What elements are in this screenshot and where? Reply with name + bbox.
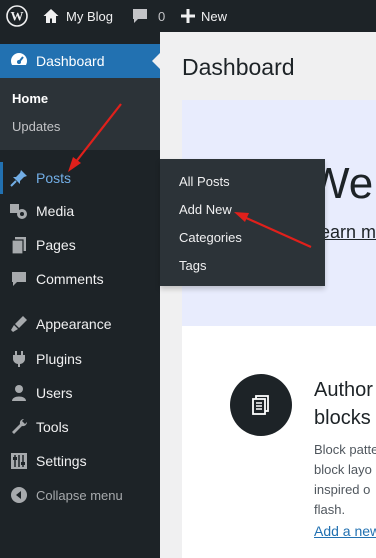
pages-icon bbox=[9, 235, 29, 255]
site-name-label: My Blog bbox=[66, 8, 113, 24]
card-desc-line: flash. bbox=[314, 502, 346, 517]
comment-bubble-icon bbox=[133, 9, 147, 23]
sidebar-item-users[interactable]: Users bbox=[0, 378, 160, 408]
card-title-line: blocks bbox=[314, 407, 371, 429]
sidebar-item-label: Appearance bbox=[36, 316, 112, 332]
sidebar-item-appearance[interactable]: Appearance bbox=[0, 309, 160, 339]
sidebar-item-comments[interactable]: Comments bbox=[0, 264, 160, 294]
dashboard-submenu: Home Updates bbox=[0, 78, 160, 150]
document-icon bbox=[252, 395, 269, 415]
card-add-new-link[interactable]: Add a new bbox=[314, 523, 376, 539]
admin-sidebar: Dashboard Home Updates Posts Media Pages… bbox=[0, 32, 168, 558]
card-desc-line: block layo bbox=[314, 462, 372, 477]
sidebar-item-label: Pages bbox=[36, 237, 76, 253]
plugins-icon bbox=[9, 349, 29, 369]
media-icon bbox=[9, 201, 29, 221]
pin-icon bbox=[9, 168, 29, 188]
plus-icon bbox=[181, 9, 195, 23]
wordpress-logo-icon: W bbox=[6, 5, 28, 27]
main-content: Dashboard Welco Learn more abou Author b… bbox=[160, 32, 376, 558]
posts-flyout-submenu: All Posts Add New Categories Tags bbox=[160, 159, 325, 286]
collapse-arrow-icon bbox=[9, 485, 29, 505]
site-name-link[interactable]: My Blog bbox=[42, 0, 113, 32]
submenu-item-add-new[interactable]: Add New bbox=[179, 202, 232, 217]
settings-sliders-icon bbox=[9, 451, 29, 471]
sidebar-item-pages[interactable]: Pages bbox=[0, 230, 160, 260]
sidebar-item-label: Tools bbox=[36, 419, 69, 435]
sidebar-item-label: Dashboard bbox=[36, 53, 105, 69]
card-title: Author blocks bbox=[314, 376, 376, 432]
comments-icon bbox=[9, 269, 29, 289]
collapse-menu-button[interactable]: Collapse menu bbox=[0, 480, 160, 510]
sidebar-item-label: Media bbox=[36, 203, 75, 219]
welcome-card: Author blocks Block patte block layo ins… bbox=[182, 326, 376, 558]
tools-icon bbox=[9, 417, 29, 437]
sidebar-item-posts[interactable]: Posts bbox=[0, 162, 168, 194]
comments-link[interactable]: 0 bbox=[131, 0, 165, 32]
svg-text:W: W bbox=[11, 9, 24, 24]
sidebar-item-label: Plugins bbox=[36, 351, 82, 367]
card-description: Block patte block layo inspired o flash. bbox=[314, 440, 376, 520]
sidebar-item-settings[interactable]: Settings bbox=[0, 446, 160, 476]
admin-bar: W My Blog 0 New bbox=[0, 0, 376, 32]
collapse-menu-label: Collapse menu bbox=[36, 487, 123, 503]
sidebar-item-label: Settings bbox=[36, 453, 87, 469]
appearance-icon bbox=[9, 314, 29, 334]
sidebar-item-dashboard[interactable]: Dashboard bbox=[0, 44, 160, 78]
card-title-line: Author bbox=[314, 379, 373, 401]
submenu-item-all-posts[interactable]: All Posts bbox=[179, 174, 230, 189]
sidebar-item-label: Users bbox=[36, 385, 73, 401]
new-content-link[interactable]: New bbox=[181, 0, 227, 32]
comments-count: 0 bbox=[158, 8, 166, 24]
sidebar-item-label: Comments bbox=[36, 271, 104, 287]
sidebar-item-plugins[interactable]: Plugins bbox=[0, 344, 160, 374]
submenu-item-categories[interactable]: Categories bbox=[179, 230, 242, 245]
card-desc-line: inspired o bbox=[314, 482, 371, 497]
home-icon bbox=[43, 9, 59, 23]
submenu-item-home[interactable]: Home bbox=[12, 91, 48, 106]
dashboard-gauge-icon bbox=[9, 51, 29, 71]
submenu-item-tags[interactable]: Tags bbox=[179, 258, 206, 273]
submenu-item-updates[interactable]: Updates bbox=[12, 119, 60, 134]
users-icon bbox=[9, 383, 29, 403]
sidebar-item-tools[interactable]: Tools bbox=[0, 412, 160, 442]
wordpress-logo-button[interactable]: W bbox=[6, 0, 28, 32]
card-desc-line: Block patte bbox=[314, 442, 376, 457]
sidebar-item-label: Posts bbox=[36, 170, 72, 186]
sidebar-item-media[interactable]: Media bbox=[0, 196, 160, 226]
page-title: Dashboard bbox=[182, 54, 295, 80]
card-icon-circle bbox=[230, 374, 292, 436]
new-label: New bbox=[201, 8, 228, 24]
